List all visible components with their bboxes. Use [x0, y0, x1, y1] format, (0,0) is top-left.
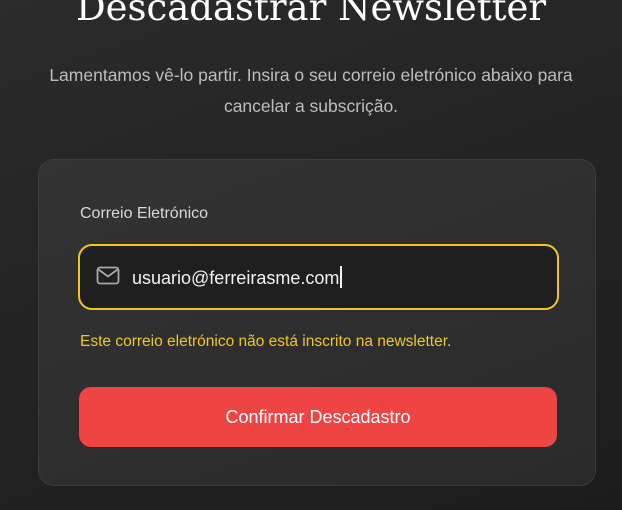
- email-input[interactable]: usuario@ferreirasme.com: [132, 266, 342, 289]
- text-caret: [340, 266, 342, 288]
- email-field[interactable]: usuario@ferreirasme.com: [78, 244, 559, 310]
- mail-icon: [96, 265, 120, 287]
- confirm-unsubscribe-button[interactable]: Confirmar Descadastro: [79, 387, 557, 447]
- unsubscribe-card: Correio Eletrónico usuario@ferreirasme.c…: [38, 159, 596, 486]
- error-message: Este correio eletrónico não está inscrit…: [80, 333, 452, 350]
- email-input-value: usuario@ferreirasme.com: [132, 268, 340, 288]
- page-title: Descadastrar Newsletter: [75, 0, 547, 29]
- email-field-label: Correio Eletrónico: [80, 205, 209, 222]
- page-subtitle: Lamentamos vê-lo partir. Insira o seu co…: [49, 65, 573, 116]
